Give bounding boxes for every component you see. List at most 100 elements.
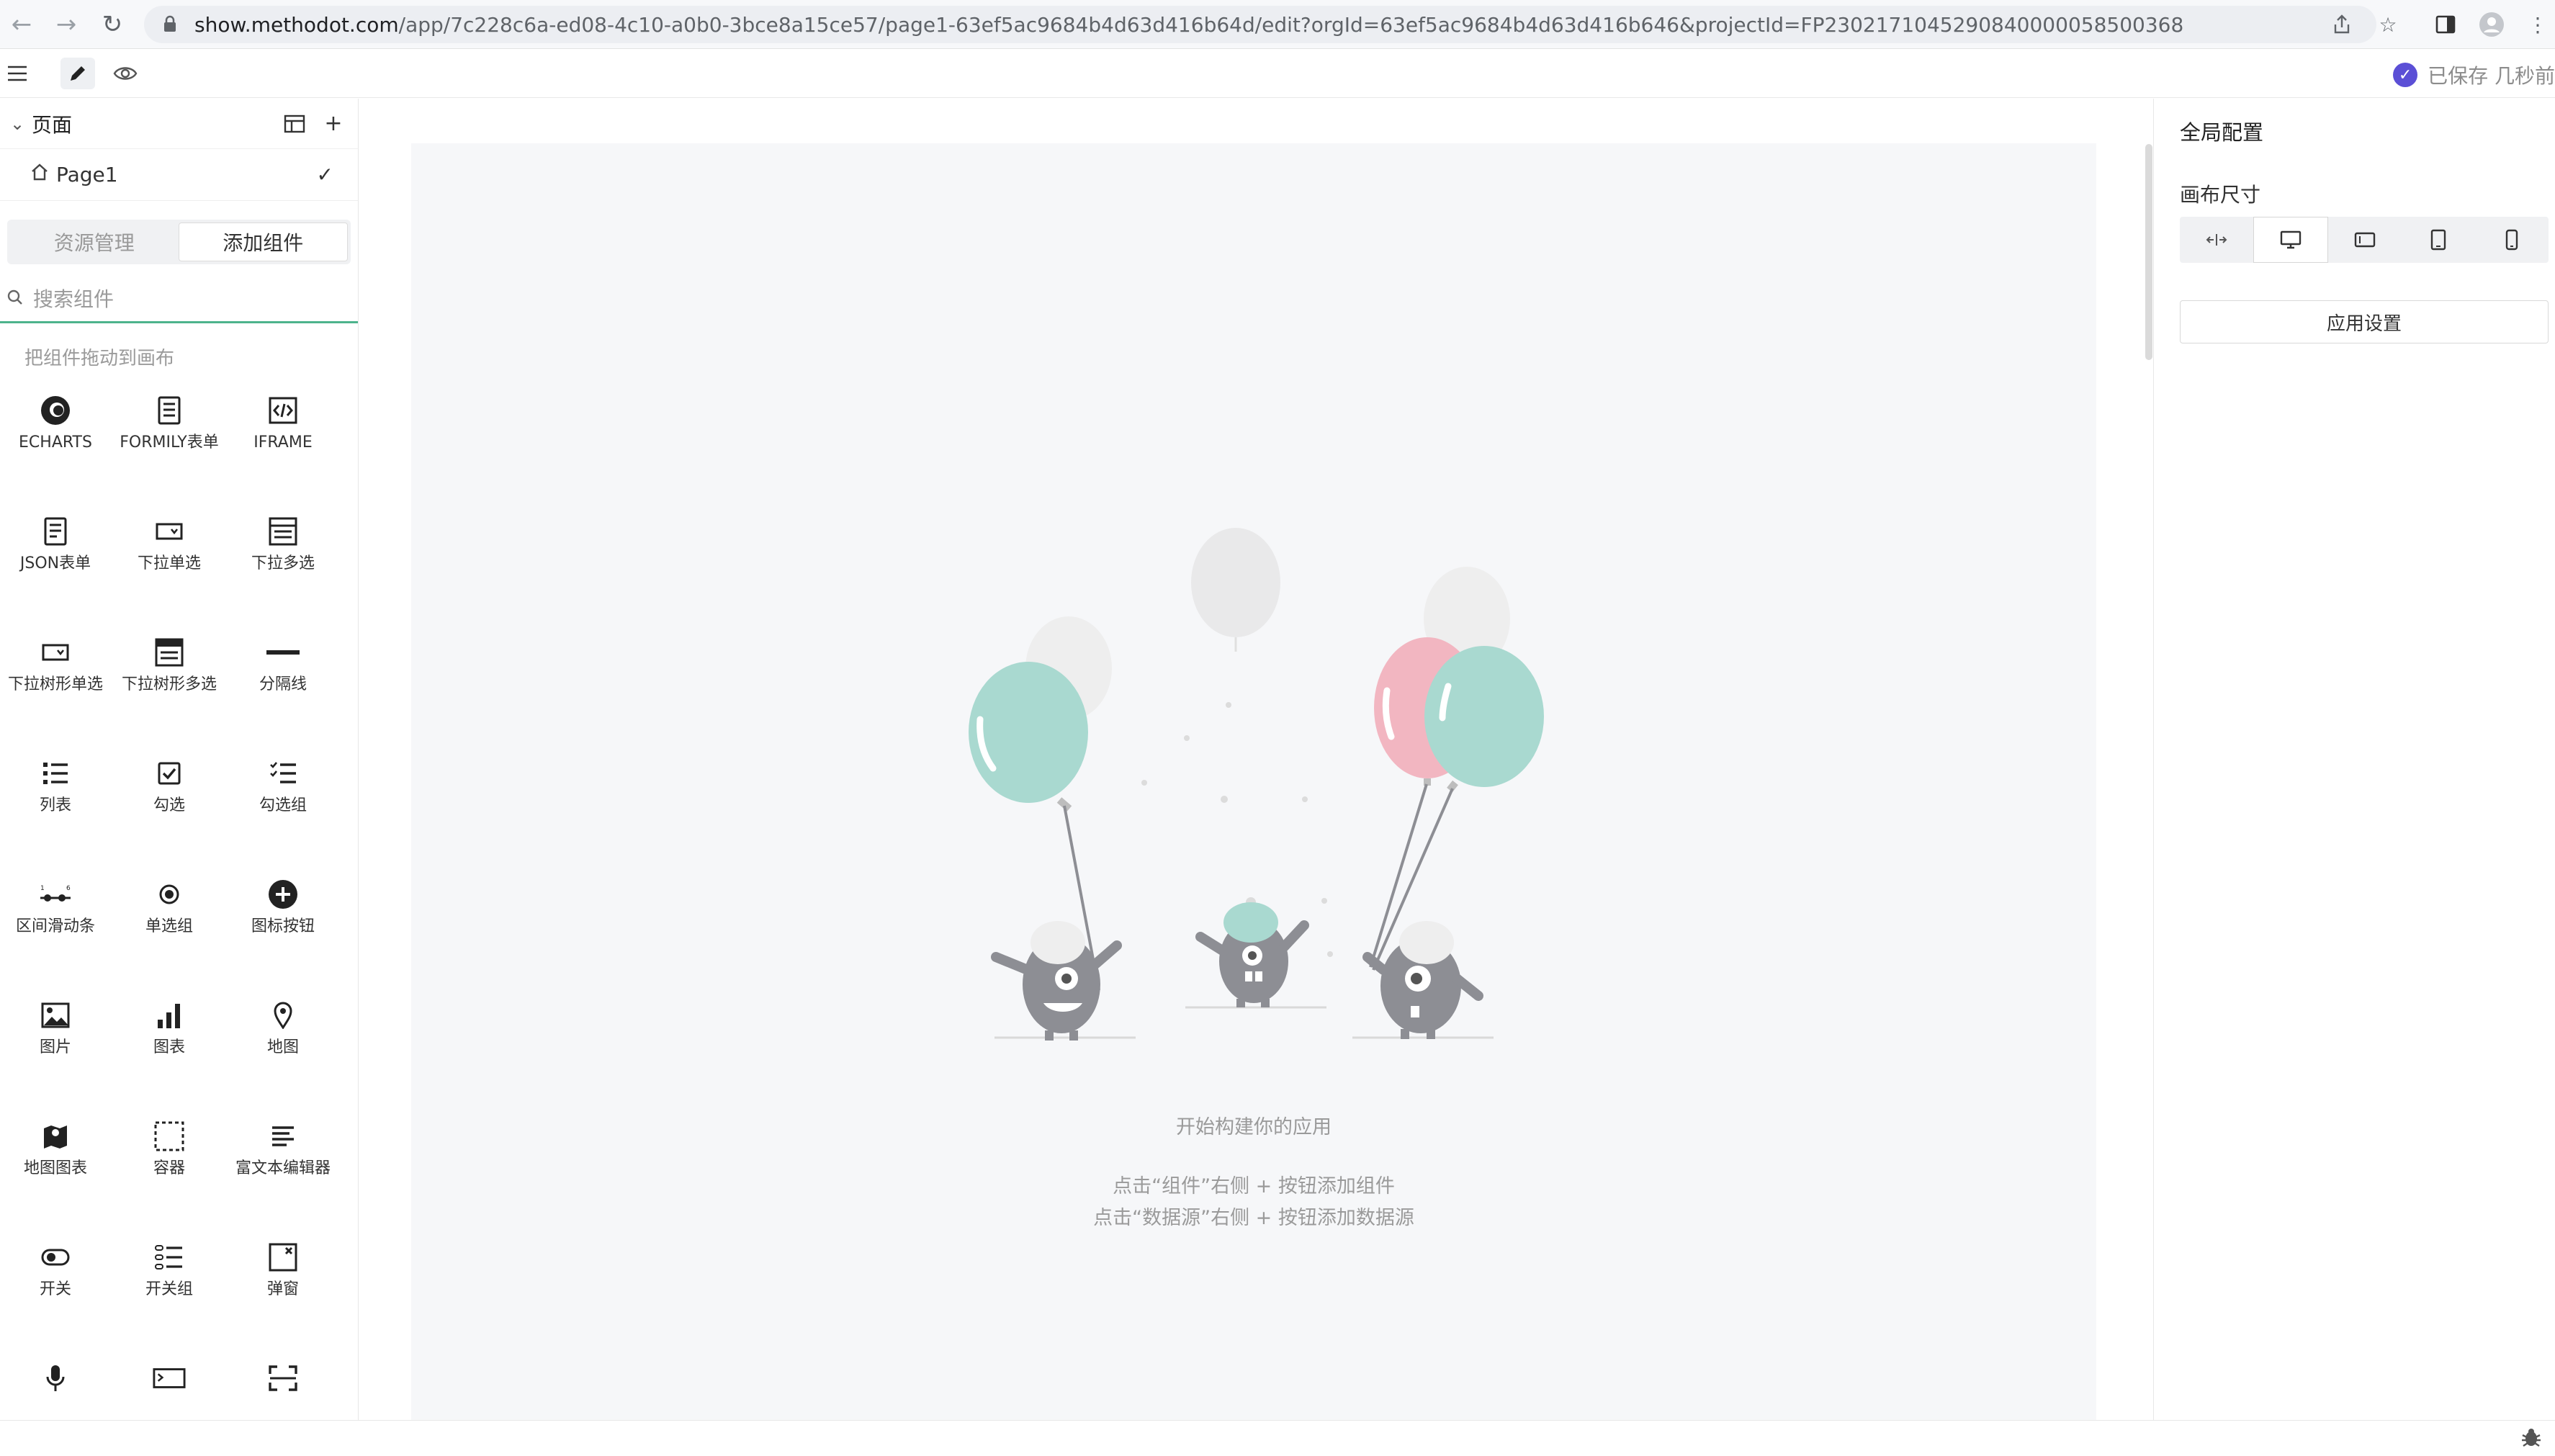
- modal-icon: [266, 1241, 300, 1274]
- radio-group-icon: [153, 878, 186, 911]
- list-icon: [39, 757, 72, 790]
- profile-avatar-icon[interactable]: [2477, 10, 2506, 39]
- component-label: 列表: [39, 796, 71, 814]
- component-label: 图表: [153, 1038, 185, 1056]
- canvas-area[interactable]: 开始构建你的应用 点击“组件”右侧 + 按钮添加组件 点击“数据源”右侧 + 按…: [411, 143, 2096, 1420]
- app-root: ← → ↻ show.methodot.com/app/7c228c6a-ed0…: [0, 0, 2555, 1456]
- tablet-portrait-icon[interactable]: [2402, 217, 2475, 263]
- tab-add-component[interactable]: 添加组件: [178, 223, 348, 261]
- page-item-page1[interactable]: Page1 ✓: [0, 149, 358, 201]
- svg-text:1: 1: [40, 885, 45, 892]
- component-icon-button[interactable]: 图标按钮: [229, 878, 337, 986]
- search-input[interactable]: [33, 287, 321, 311]
- desktop-icon[interactable]: [2253, 217, 2328, 263]
- component-label: 地图图表: [23, 1159, 87, 1177]
- component-divider[interactable]: 分隔线: [229, 636, 337, 744]
- component-label: 图标按钮: [251, 917, 315, 935]
- component-tree-select[interactable]: 下拉树形单选: [1, 636, 109, 744]
- canvas-scrollbar[interactable]: [2145, 144, 2152, 360]
- terminal-icon: [153, 1362, 186, 1395]
- component-map[interactable]: 地图: [229, 999, 337, 1107]
- container-icon: [153, 1120, 186, 1153]
- component-voice[interactable]: [1, 1362, 109, 1420]
- url-host: show.methodot.com: [194, 12, 399, 37]
- iframe-icon: [266, 394, 300, 427]
- browser-menu-icon[interactable]: ⋮: [2523, 10, 2552, 39]
- component-checkbox[interactable]: 勾选: [115, 757, 223, 865]
- icon-button-icon: [266, 878, 300, 911]
- status-bar: [0, 1420, 2555, 1456]
- page-layout-icon[interactable]: [280, 109, 309, 138]
- divider-icon: [266, 636, 300, 669]
- component-iframe[interactable]: IFRAME: [229, 394, 337, 502]
- component-label: 下拉树形单选: [7, 675, 103, 693]
- empty-state-hint-components: 点击“组件”右侧 + 按钮添加组件: [1113, 1175, 1395, 1197]
- component-label: 图片: [39, 1038, 71, 1056]
- phone-icon[interactable]: [2475, 217, 2549, 263]
- component-label: 地图: [266, 1038, 299, 1056]
- menu-icon[interactable]: [0, 58, 35, 89]
- component-chart[interactable]: 图表: [115, 999, 223, 1107]
- scan-icon: [266, 1362, 300, 1395]
- component-checkbox-group[interactable]: 勾选组: [229, 757, 337, 865]
- reload-icon[interactable]: ↻: [96, 9, 128, 40]
- component-echarts[interactable]: ECHARTS: [1, 394, 109, 502]
- form-icon: [153, 394, 186, 427]
- component-range-slider[interactable]: 16 区间滑动条: [1, 878, 109, 986]
- component-label: 分隔线: [259, 675, 307, 693]
- bug-icon[interactable]: [2520, 1426, 2542, 1454]
- component-radio-group[interactable]: 单选组: [115, 878, 223, 986]
- back-icon[interactable]: ←: [6, 9, 37, 40]
- component-multi-select[interactable]: 下拉多选: [229, 515, 337, 623]
- component-label: 单选组: [145, 917, 193, 935]
- component-list[interactable]: 列表: [1, 757, 109, 865]
- lock-icon: [163, 15, 181, 34]
- fluid-width-icon[interactable]: [2180, 217, 2253, 263]
- edit-mode-pencil-icon[interactable]: [60, 58, 95, 89]
- component-select[interactable]: 下拉单选: [115, 515, 223, 623]
- canvas-size-selector: [2180, 217, 2549, 263]
- forward-icon[interactable]: →: [50, 9, 82, 40]
- component-switch-group[interactable]: 开关组: [115, 1241, 223, 1349]
- tab-resource-management[interactable]: 资源管理: [10, 223, 179, 261]
- component-rich-text-editor[interactable]: 富文本编辑器: [229, 1120, 337, 1228]
- pages-title: 页面: [32, 112, 73, 137]
- component-modal[interactable]: 弹窗: [229, 1241, 337, 1349]
- checkbox-icon: [153, 757, 186, 790]
- selected-check-icon: ✓: [316, 163, 333, 187]
- json-form-icon: [39, 515, 72, 548]
- address-bar[interactable]: show.methodot.com/app/7c228c6a-ed08-4c10…: [144, 6, 2376, 43]
- switch-icon: [39, 1241, 72, 1274]
- collapse-chevron-icon[interactable]: ⌄: [10, 114, 32, 134]
- range-slider-icon: 16: [39, 878, 72, 911]
- app-toolbar: ✓ 已保存 几秒前: [0, 49, 2555, 98]
- app-settings-button[interactable]: 应用设置: [2180, 300, 2549, 343]
- component-map-chart[interactable]: 地图图表: [1, 1120, 109, 1228]
- side-panel-icon[interactable]: [2431, 10, 2460, 39]
- drag-hint: 把组件拖动到画布: [24, 348, 175, 369]
- component-json-form[interactable]: JSON表单: [1, 515, 109, 623]
- canvas-stage: 开始构建你的应用 点击“组件”右侧 + 按钮添加组件 点击“数据源”右侧 + 按…: [359, 99, 2152, 1420]
- preview-eye-icon[interactable]: [108, 58, 143, 89]
- component-scan[interactable]: [229, 1362, 337, 1420]
- component-container[interactable]: 容器: [115, 1120, 223, 1228]
- select-icon: [153, 515, 186, 548]
- empty-state-title: 开始构建你的应用: [1176, 1116, 1332, 1138]
- panel-tabs: 资源管理 添加组件: [7, 220, 351, 264]
- component-image[interactable]: 图片: [1, 999, 109, 1107]
- bookmark-star-icon[interactable]: ☆: [2374, 10, 2402, 39]
- component-terminal[interactable]: [115, 1362, 223, 1420]
- monster-middle: [1195, 902, 1309, 1007]
- svg-text:6: 6: [66, 885, 71, 892]
- component-label: JSON表单: [19, 554, 91, 572]
- empty-state-illustration: [969, 528, 1544, 1041]
- component-formily-form[interactable]: FORMILY表单: [115, 394, 223, 502]
- component-tree-multi-select[interactable]: 下拉树形多选: [115, 636, 223, 744]
- canvas-size-label: 画布尺寸: [2180, 183, 2261, 207]
- component-label: 富文本编辑器: [235, 1159, 331, 1177]
- tablet-landscape-icon[interactable]: [2328, 217, 2402, 263]
- component-switch[interactable]: 开关: [1, 1241, 109, 1349]
- component-label: 勾选: [153, 796, 185, 814]
- add-page-plus-icon[interactable]: +: [319, 109, 348, 138]
- share-icon[interactable]: [2327, 10, 2356, 39]
